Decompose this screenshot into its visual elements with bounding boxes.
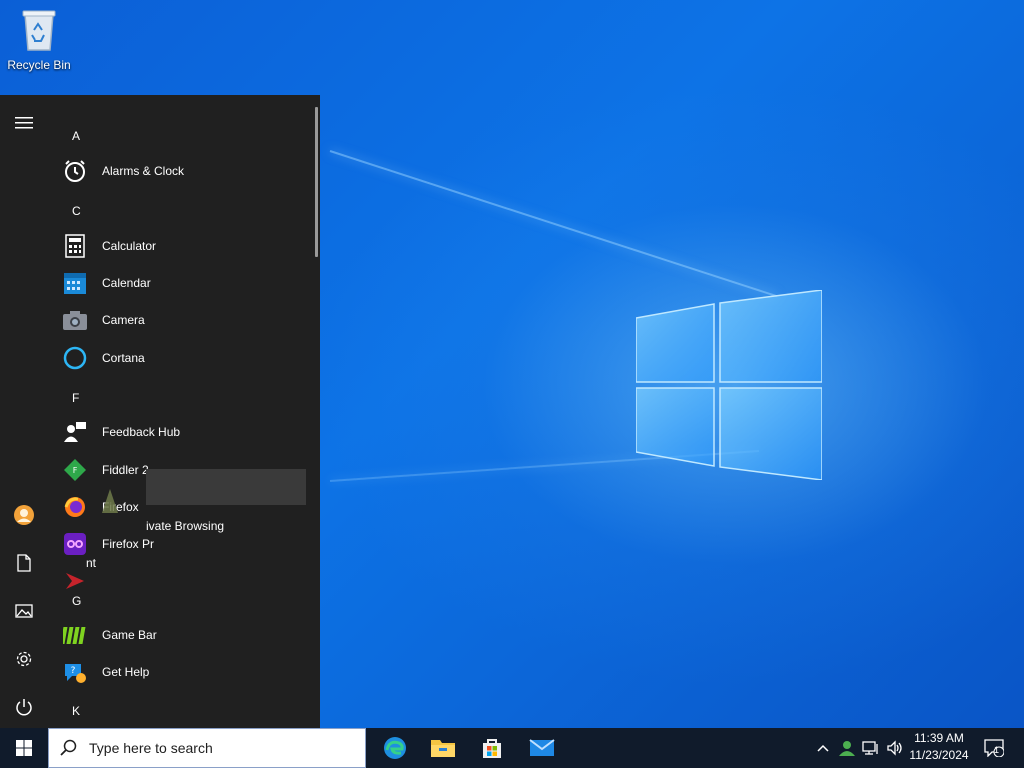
network-user-tray[interactable] — [836, 728, 858, 768]
edge-icon — [384, 737, 406, 759]
alarm-clock-icon — [65, 160, 85, 182]
settings-button[interactable] — [0, 639, 48, 679]
camera-icon — [63, 311, 87, 330]
section-header-g[interactable]: G — [72, 594, 81, 608]
mail-icon — [529, 739, 555, 756]
pictures-icon — [15, 604, 33, 618]
app-label: Fiddler 2 — [102, 463, 149, 477]
taskbar-edge[interactable] — [371, 728, 419, 768]
recycle-bin-icon — [22, 10, 56, 51]
app-feedback-hub[interactable]: Feedback Hub — [56, 414, 306, 450]
expand-menu-button[interactable] — [0, 103, 48, 143]
settings-gear-icon — [16, 651, 32, 667]
start-menu-rail — [0, 95, 48, 728]
taskbar: Type here to search 11:39 AM 11/23/2024 … — [0, 728, 1024, 768]
windows-start-icon — [16, 740, 32, 756]
calculator-icon — [65, 234, 85, 258]
app-list-scrollbar[interactable] — [315, 107, 318, 257]
app-label: Firefox Pr — [102, 537, 155, 551]
app-game-bar[interactable]: Game Bar — [56, 617, 306, 653]
light-beam — [329, 150, 778, 298]
network-icon — [862, 741, 878, 755]
app-label: Alarms & Clock — [102, 164, 185, 178]
app-cortana[interactable]: Cortana — [56, 340, 306, 376]
app-label: Calendar — [102, 276, 151, 290]
firefox-icon — [64, 497, 85, 517]
volume-icon — [887, 740, 902, 756]
section-header-f[interactable]: F — [72, 391, 79, 405]
power-icon — [16, 699, 32, 716]
app-calculator[interactable]: Calculator — [56, 228, 306, 264]
recycle-bin-shortcut[interactable]: Recycle Bin — [6, 8, 72, 72]
microsoft-store-icon — [483, 739, 501, 758]
documents-button[interactable] — [0, 543, 48, 583]
recycle-bin-label: Recycle Bin — [7, 58, 71, 72]
start-button[interactable] — [0, 728, 48, 768]
taskbar-clock[interactable]: 11:39 AM 11/23/2024 — [904, 730, 974, 766]
app-camera[interactable]: Camera — [56, 302, 306, 338]
app-label: Cortana — [102, 351, 145, 365]
game-bar-icon — [63, 627, 86, 644]
chevron-up-icon — [817, 744, 829, 752]
drag-cursor-icon — [102, 489, 118, 513]
network-user-icon — [839, 741, 855, 756]
app-label: Feedback Hub — [102, 425, 181, 439]
file-explorer-icon — [431, 740, 455, 757]
app-label-fragment: nt — [86, 556, 97, 570]
user-account-button[interactable] — [0, 495, 48, 535]
search-icon — [60, 739, 77, 756]
pictures-button[interactable] — [0, 591, 48, 631]
svg-text:?: ? — [71, 666, 76, 676]
app-label: Camera — [102, 313, 145, 327]
power-button[interactable] — [0, 687, 48, 727]
hamburger-menu-icon — [15, 117, 33, 129]
taskbar-search-box[interactable]: Type here to search — [48, 728, 366, 768]
red-arrow-app-icon — [66, 573, 84, 589]
section-header-k[interactable]: K — [72, 704, 80, 718]
cortana-icon — [63, 346, 87, 370]
drag-ghost-tile — [146, 469, 306, 505]
app-list: A Alarms & Clock C Calculator Calendar C… — [56, 95, 312, 728]
app-label: Game Bar — [102, 628, 157, 642]
taskbar-microsoft-store[interactable] — [468, 728, 516, 768]
windows-logo-wallpaper — [636, 290, 822, 480]
show-hidden-icons-button[interactable] — [812, 728, 834, 768]
clock-time: 11:39 AM — [914, 731, 964, 745]
section-header-a[interactable]: A — [72, 129, 80, 143]
section-header-c[interactable]: C — [72, 204, 81, 218]
user-avatar-icon — [14, 505, 34, 525]
network-tray[interactable] — [860, 728, 882, 768]
taskbar-mail[interactable] — [518, 728, 566, 768]
fiddler-icon: F — [64, 459, 86, 481]
svg-text:F: F — [73, 466, 78, 475]
firefox-private-icon — [64, 533, 86, 555]
taskbar-file-explorer[interactable] — [419, 728, 467, 768]
calendar-icon — [64, 273, 86, 294]
drag-overlay-text: ivate Browsing — [146, 519, 225, 533]
app-label: Get Help — [102, 665, 150, 679]
app-alarms-clock[interactable]: Alarms & Clock — [56, 153, 306, 189]
volume-tray[interactable] — [884, 728, 906, 768]
start-menu: A Alarms & Clock C Calculator Calendar C… — [0, 95, 320, 728]
feedback-hub-icon — [64, 422, 86, 442]
notification-center-button[interactable]: 1 — [980, 728, 1008, 768]
search-placeholder: Type here to search — [89, 740, 213, 756]
clock-date: 11/23/2024 — [909, 748, 969, 762]
get-help-icon: ? — [65, 664, 86, 683]
documents-icon — [17, 554, 31, 572]
app-get-help[interactable]: ? Get Help — [56, 654, 306, 690]
app-label: Calculator — [102, 239, 157, 253]
notification-count: 1 — [994, 745, 1000, 755]
app-calendar[interactable]: Calendar — [56, 265, 306, 301]
app-unknown[interactable]: nt — [56, 556, 306, 599]
